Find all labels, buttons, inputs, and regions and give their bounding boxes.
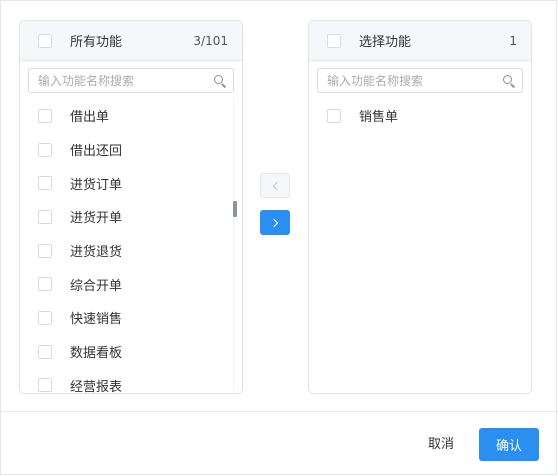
footer-divider <box>1 411 558 412</box>
item-label: 经营报表 <box>70 379 123 394</box>
list-item[interactable]: 借出还回 <box>20 133 242 167</box>
source-panel-header: 所有功能 3/101 <box>20 21 242 61</box>
item-label: 数据看板 <box>70 346 123 362</box>
item-checkbox[interactable] <box>38 344 52 359</box>
list-item[interactable]: 进货订单 <box>20 166 242 200</box>
item-label: 进货退货 <box>70 245 123 261</box>
item-label: 借出单 <box>70 110 110 126</box>
source-panel-count: 3/101 <box>193 33 228 48</box>
item-checkbox[interactable] <box>38 378 52 393</box>
list-item[interactable]: 经营报表 <box>20 369 242 394</box>
item-checkbox[interactable] <box>327 108 341 123</box>
list-item[interactable]: 进货开单 <box>20 200 242 234</box>
item-label: 进货订单 <box>70 177 123 193</box>
target-search-box[interactable] <box>317 68 523 93</box>
search-icon[interactable] <box>213 74 227 88</box>
item-label: 借出还回 <box>70 144 123 160</box>
target-panel: 选择功能 1 销售单 <box>308 20 532 394</box>
confirm-button[interactable]: 确认 <box>479 428 539 461</box>
target-search-input[interactable] <box>327 73 502 88</box>
source-panel-title: 所有功能 <box>70 35 123 50</box>
source-scrollbar-thumb[interactable] <box>233 201 237 217</box>
list-item[interactable]: 综合开单 <box>20 267 242 301</box>
search-icon[interactable] <box>502 74 516 88</box>
source-search-input[interactable] <box>38 73 213 88</box>
target-panel-header: 选择功能 1 <box>309 21 531 61</box>
move-to-source-button[interactable] <box>260 173 290 198</box>
item-checkbox[interactable] <box>38 277 52 292</box>
source-search-box[interactable] <box>28 68 234 93</box>
list-item[interactable]: 借出单 <box>20 99 242 133</box>
item-checkbox[interactable] <box>38 243 52 258</box>
list-item[interactable]: 数据看板 <box>20 335 242 369</box>
source-list: 借出单 借出还回 进货订单 进货开单 进货退货 综合开单 快速销售 数据看板 经… <box>20 99 242 394</box>
item-checkbox[interactable] <box>38 142 52 157</box>
target-panel-title: 选择功能 <box>359 35 412 50</box>
source-select-all-checkbox[interactable] <box>38 33 52 48</box>
item-checkbox[interactable] <box>38 108 52 123</box>
chevron-left-icon <box>272 181 281 190</box>
list-item[interactable]: 进货退货 <box>20 234 242 268</box>
item-checkbox[interactable] <box>38 310 52 325</box>
list-item[interactable]: 快速销售 <box>20 301 242 335</box>
list-item[interactable]: 销售单 <box>309 99 531 133</box>
move-to-target-button[interactable] <box>260 210 290 235</box>
cancel-button[interactable]: 取消 <box>421 429 461 455</box>
target-panel-count: 1 <box>509 33 517 48</box>
target-list: 销售单 <box>309 99 531 133</box>
item-label: 销售单 <box>359 110 399 126</box>
item-checkbox[interactable] <box>38 209 52 224</box>
source-panel: 所有功能 3/101 借出单 借出还回 进货订单 进货 <box>19 20 243 394</box>
item-label: 综合开单 <box>70 278 123 294</box>
item-checkbox[interactable] <box>38 176 52 191</box>
source-scrollbar-track[interactable] <box>233 99 238 389</box>
target-select-all-checkbox[interactable] <box>327 33 341 48</box>
transfer-dialog: 所有功能 3/101 借出单 借出还回 进货订单 进货 <box>0 0 558 475</box>
item-label: 快速销售 <box>70 312 123 328</box>
chevron-right-icon <box>269 218 278 227</box>
item-label: 进货开单 <box>70 211 123 227</box>
